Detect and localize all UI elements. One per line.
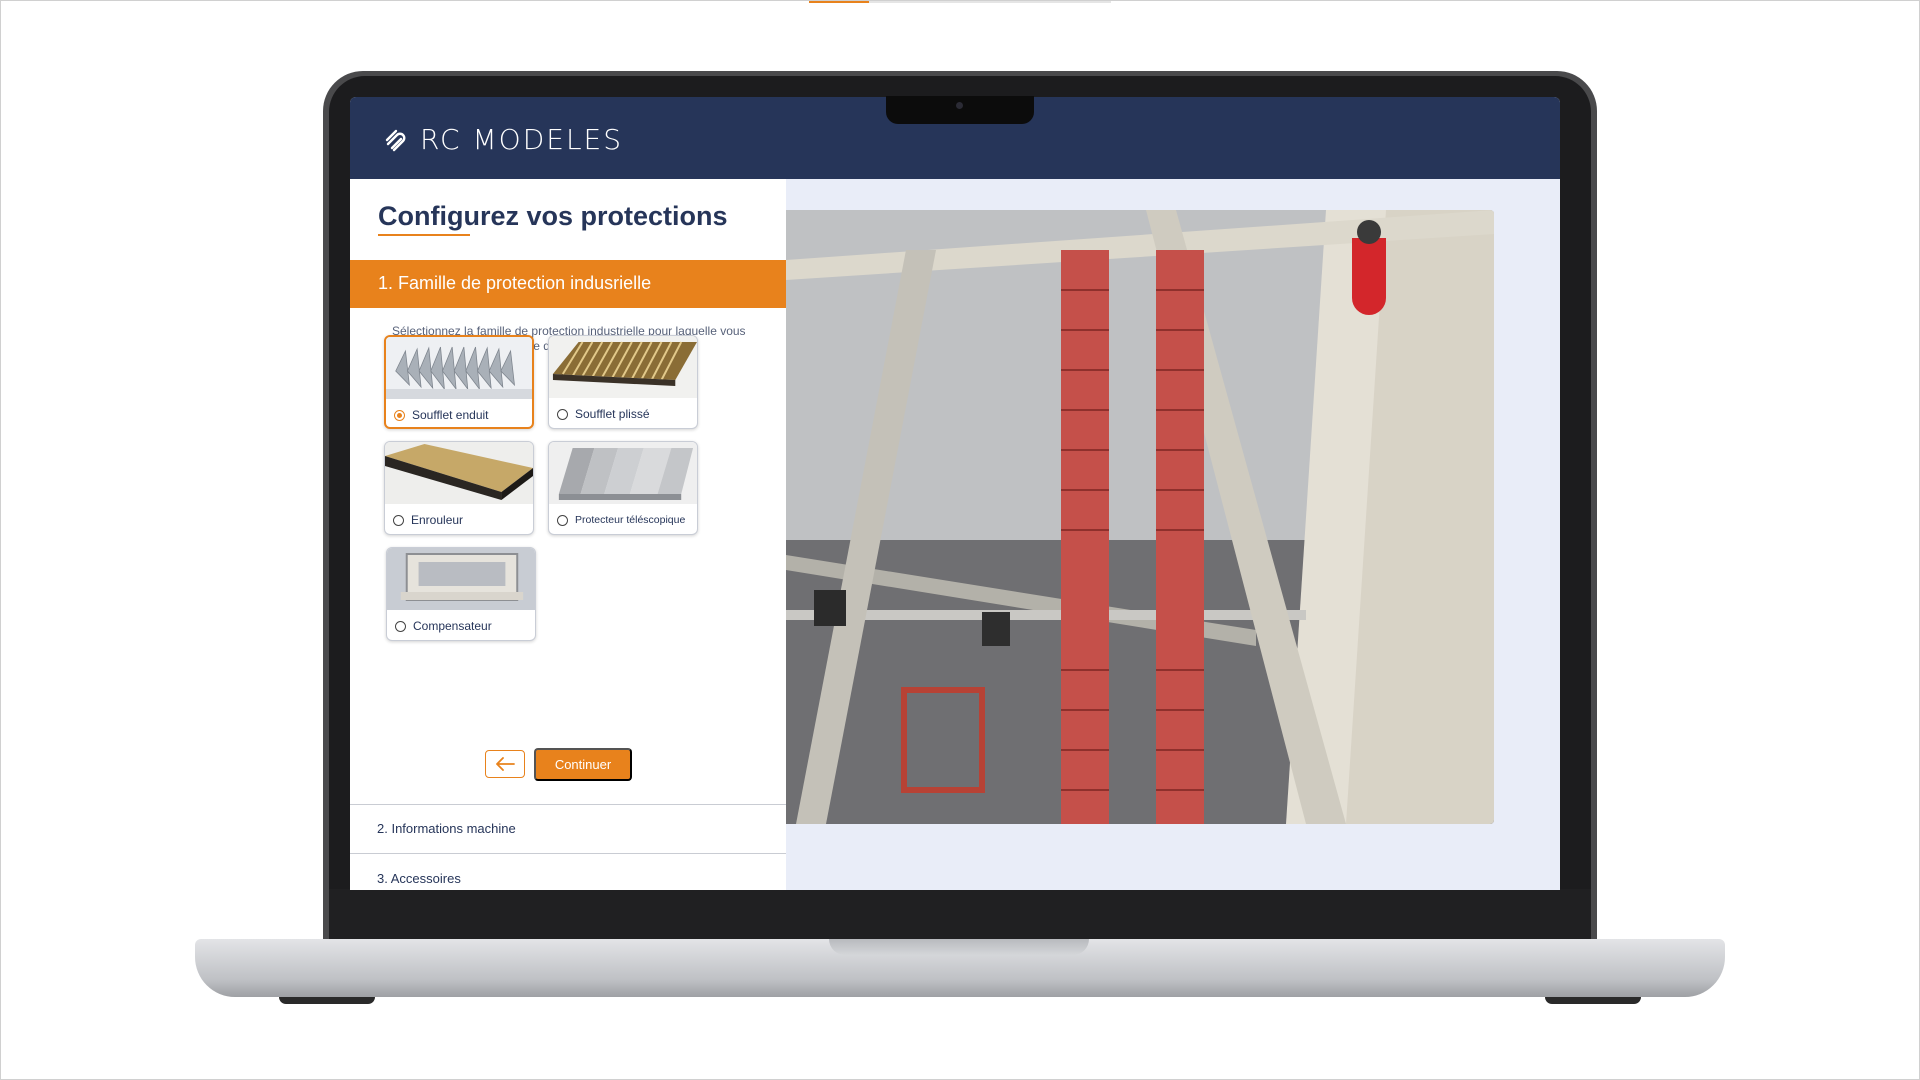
laptop-bezel-chin — [329, 889, 1591, 939]
option-soufflet-enduit[interactable]: Soufflet enduit — [384, 335, 534, 429]
top-progress-fill — [809, 1, 870, 3]
option-footer: Soufflet enduit — [386, 399, 532, 427]
option-label: Soufflet enduit — [412, 408, 489, 422]
option-footer: Soufflet plissé — [549, 398, 697, 428]
preview-panel — [786, 179, 1560, 890]
page-title: Configurez vos protections — [378, 201, 728, 231]
radio-icon[interactable] — [557, 514, 568, 526]
option-protecteur-telescopique[interactable]: Protecteur téléscopique — [548, 441, 698, 535]
option-label: Enrouleur — [411, 513, 464, 527]
radio-selected-icon[interactable] — [394, 409, 405, 421]
title-underline — [378, 234, 470, 236]
machine-photo — [786, 210, 1494, 824]
radio-icon[interactable] — [557, 408, 568, 420]
step-1-header[interactable]: 1. Famille de protection indusrielle — [350, 260, 786, 308]
continue-button[interactable]: Continuer — [534, 748, 632, 781]
step-3-label[interactable]: 3. Accessoires — [377, 871, 461, 886]
brand-logo[interactable]: RC MODELES — [384, 123, 623, 156]
option-soufflet-plisse[interactable]: Soufflet plissé — [548, 335, 698, 429]
option-footer: Protecteur téléscopique — [549, 504, 697, 534]
option-label: Protecteur téléscopique — [575, 514, 686, 526]
laptop-foot-right — [1545, 997, 1641, 1004]
step-divider — [350, 804, 786, 805]
option-footer: Enrouleur — [385, 504, 533, 534]
step-2-label[interactable]: 2. Informations machine — [377, 821, 516, 836]
expansion-joint-image — [387, 548, 535, 610]
brand-name: RC MODELES — [420, 123, 624, 156]
configurator-panel: Configurez vos protections 1. Famille de… — [350, 179, 786, 890]
laptop-opening-notch — [829, 939, 1089, 955]
option-footer: Compensateur — [387, 610, 535, 640]
option-compensateur[interactable]: Compensateur — [386, 547, 536, 641]
camera-notch — [886, 96, 1034, 124]
pleated-bellows-image — [549, 336, 697, 398]
laptop-foot-left — [279, 997, 375, 1004]
radio-icon[interactable] — [393, 514, 404, 526]
coated-bellows-image — [386, 337, 532, 399]
top-progress-track — [809, 1, 1111, 3]
brand-mark-icon — [385, 129, 406, 151]
option-enrouleur[interactable]: Enrouleur — [384, 441, 534, 535]
telescopic-cover-image — [549, 442, 697, 504]
camera-icon — [956, 102, 963, 109]
radio-icon[interactable] — [395, 620, 406, 632]
step-1-label: 1. Famille de protection indusrielle — [378, 273, 652, 293]
step-divider — [350, 853, 786, 854]
roller-cover-image — [385, 442, 533, 504]
arrow-left-icon — [496, 757, 515, 771]
option-label: Soufflet plissé — [575, 407, 650, 421]
back-button[interactable] — [485, 750, 525, 778]
option-label: Compensateur — [413, 619, 492, 633]
laptop-screen: RC MODELES Configurez vos protections 1.… — [350, 97, 1560, 890]
